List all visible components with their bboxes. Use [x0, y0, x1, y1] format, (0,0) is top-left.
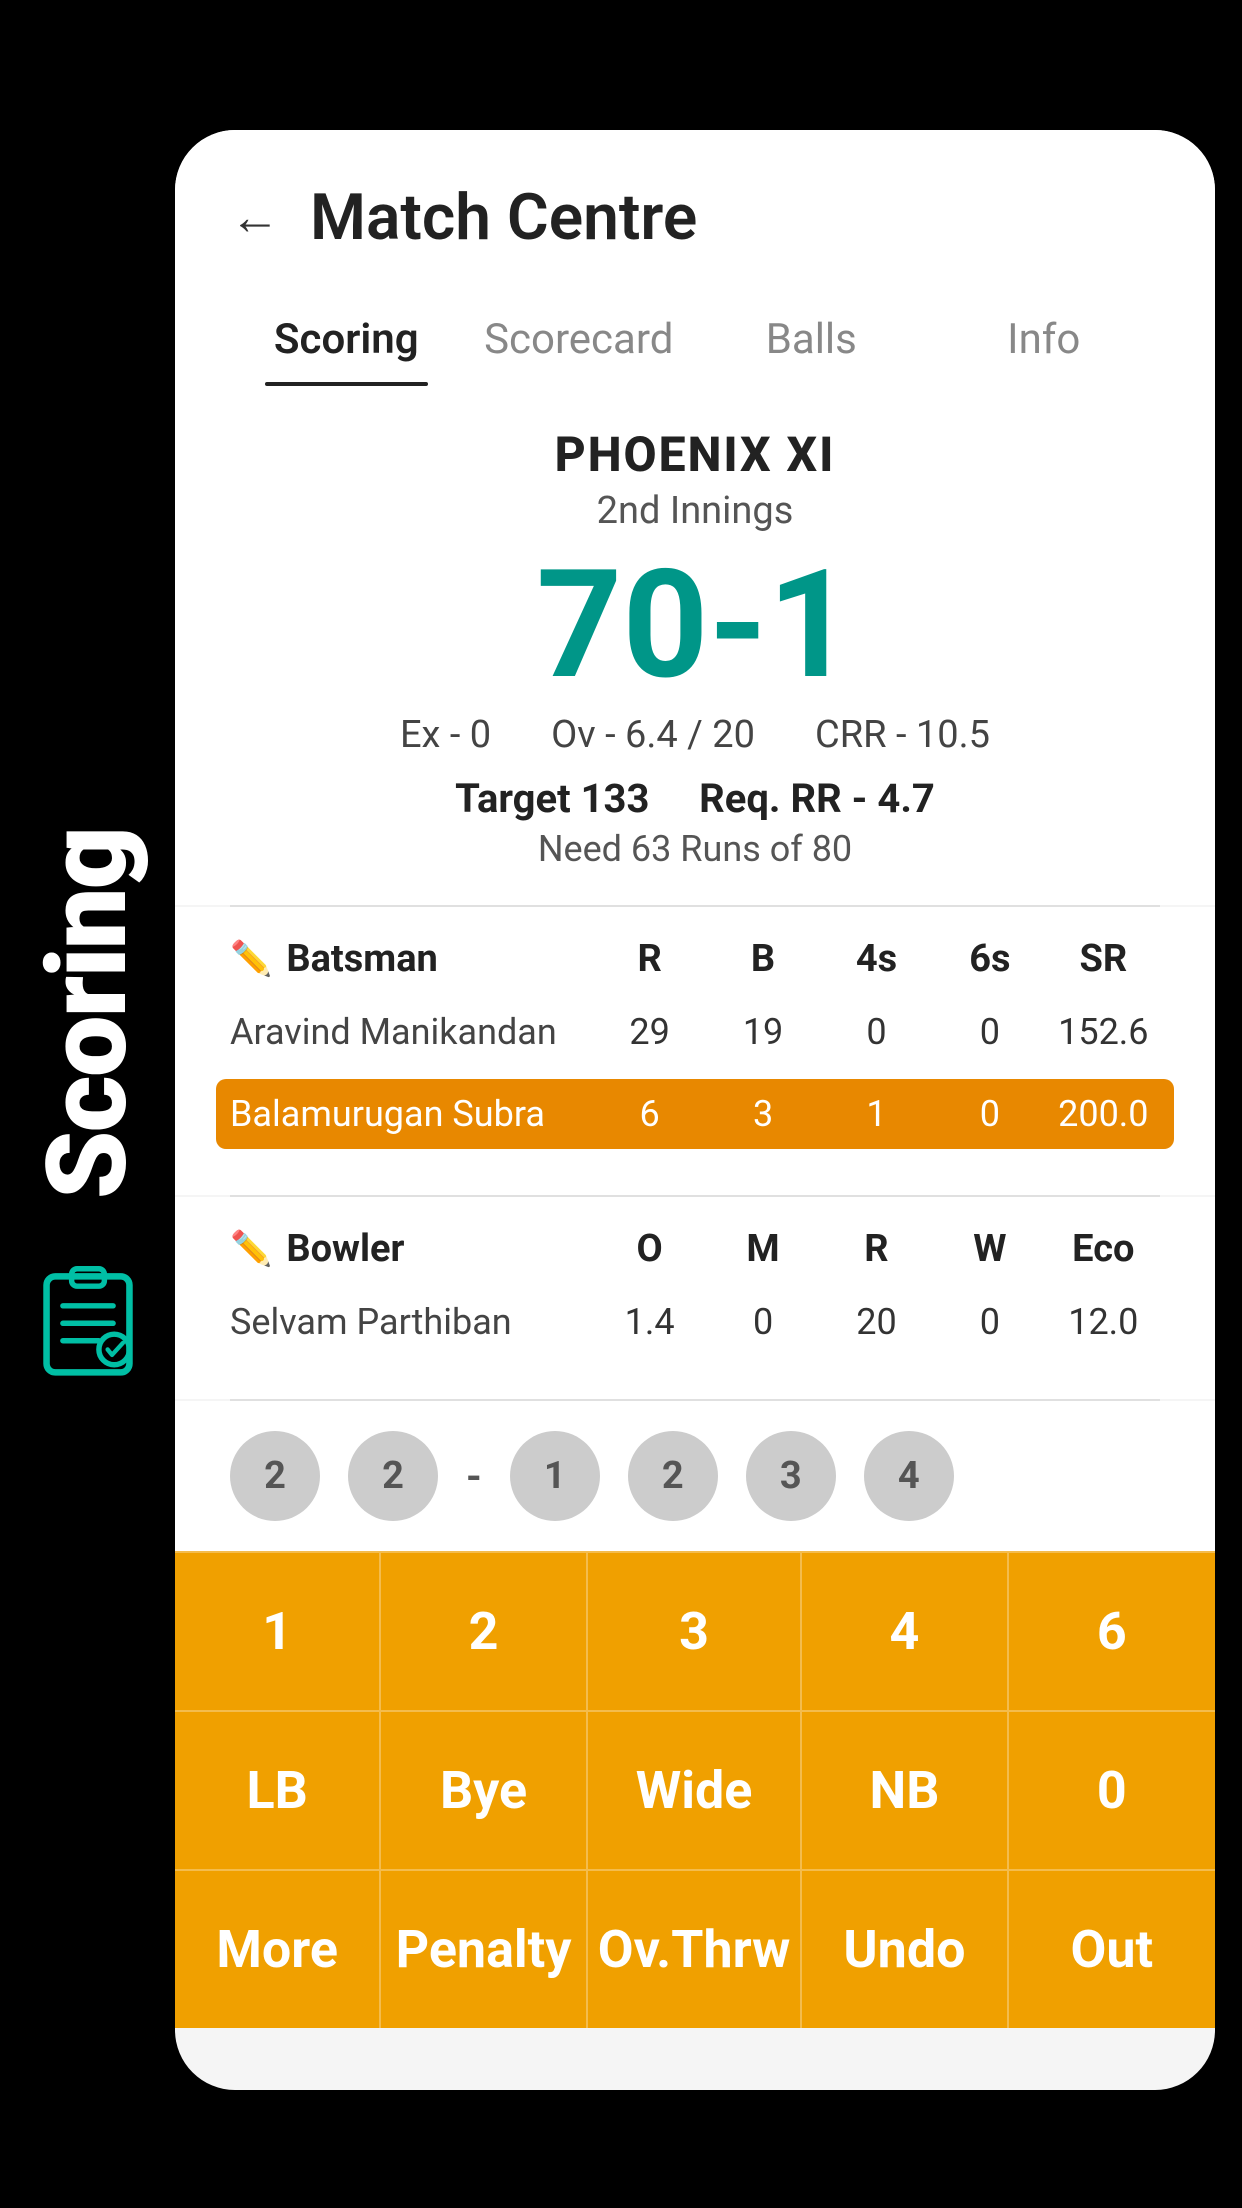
ball-4: 2 [628, 1431, 718, 1521]
tab-scoring[interactable]: Scoring [230, 295, 463, 386]
col-b: B [706, 937, 819, 981]
bcol-o: O [593, 1227, 706, 1271]
bowler-1-o: 1.4 [593, 1301, 706, 1343]
pad-button-1[interactable]: 1 [175, 1553, 381, 1712]
bcol-m: M [706, 1227, 819, 1271]
pad-button-4[interactable]: 4 [802, 1553, 1008, 1712]
tab-scorecard[interactable]: Scorecard [463, 295, 696, 386]
tab-balls[interactable]: Balls [695, 295, 928, 386]
pad-button-nb[interactable]: NB [802, 1712, 1008, 1871]
col-4s: 4s [820, 937, 933, 981]
ball-dash: - [466, 1453, 482, 1500]
pad-grid: 1 2 3 4 6 LB Bye Wide NB 0 More Penalty … [175, 1551, 1215, 2028]
bcol-eco: Eco [1047, 1227, 1160, 1271]
bowler-1-eco: 12.0 [1047, 1301, 1160, 1343]
batsman-col-header: ✏️ Batsman [230, 937, 593, 981]
col-sr: SR [1047, 937, 1160, 981]
batsman-section: ✏️ Batsman R B 4s 6s SR Aravind Manikand… [175, 907, 1215, 1195]
bowler-row-1[interactable]: Selvam Parthiban 1.4 0 20 0 12.0 [230, 1291, 1160, 1353]
pad-button-6[interactable]: 6 [1009, 1553, 1215, 1712]
bcol-r: R [820, 1227, 933, 1271]
bowler-section: ✏️ Bowler O M R W Eco Selvam Parthiban 1… [175, 1197, 1215, 1399]
pad-button-more[interactable]: More [175, 1871, 381, 2028]
score-meta: Ex - 0 Ov - 6.4 / 20 CRR - 10.5 [230, 713, 1160, 757]
batsman-2-sr: 200.0 [1047, 1093, 1160, 1135]
bowler-1-w: 0 [933, 1301, 1046, 1343]
pad-button-ovthrw[interactable]: Ov.Thrw [588, 1871, 803, 2028]
batsman-2-r: 6 [593, 1093, 706, 1135]
batsman-row-1[interactable]: Aravind Manikandan 29 19 0 0 152.6 [230, 1001, 1160, 1063]
req-rr-label: Req. RR - 4.7 [699, 775, 935, 822]
pad-button-penalty[interactable]: Penalty [381, 1871, 587, 2028]
main-card: ← Match Centre Scoring Scorecard Balls I… [175, 130, 1215, 2090]
pad-button-out[interactable]: Out [1009, 1871, 1215, 2028]
page-title: Match Centre [310, 180, 697, 255]
col-r: R [593, 937, 706, 981]
need-row: Need 63 Runs of 80 [230, 828, 1160, 870]
batsman-1-sr: 152.6 [1047, 1011, 1160, 1053]
ball-5: 3 [746, 1431, 836, 1521]
bowler-1-m: 0 [706, 1301, 819, 1343]
edit-bowler-icon[interactable]: ✏️ [230, 1229, 272, 1269]
tab-info[interactable]: Info [928, 295, 1161, 386]
crr-label: CRR - 10.5 [815, 713, 990, 757]
batsman-table: ✏️ Batsman R B 4s 6s SR Aravind Manikand… [230, 937, 1160, 1149]
pad-button-wide[interactable]: Wide [588, 1712, 803, 1871]
batsman-1-b: 19 [706, 1011, 819, 1053]
ball-3: 1 [510, 1431, 600, 1521]
team-name: PHOENIX XI [230, 426, 1160, 483]
target-label: Target 133 [455, 775, 649, 822]
batsman-2-6s: 0 [933, 1093, 1046, 1135]
ball-1: 2 [230, 1431, 320, 1521]
ball-6: 4 [864, 1431, 954, 1521]
target-row: Target 133 Req. RR - 4.7 [230, 775, 1160, 822]
ball-history: 2 2 - 1 2 3 4 [175, 1401, 1215, 1551]
batsman-1-4s: 0 [820, 1011, 933, 1053]
bowler-table: ✏️ Bowler O M R W Eco Selvam Parthiban 1… [230, 1227, 1160, 1353]
pad-button-lb[interactable]: LB [175, 1712, 381, 1871]
sidebar: Scoring [0, 0, 175, 2208]
bowler-col-header: ✏️ Bowler [230, 1227, 593, 1271]
pad-button-undo[interactable]: Undo [802, 1871, 1008, 2028]
ball-2: 2 [348, 1431, 438, 1521]
edit-batsman-icon[interactable]: ✏️ [230, 939, 272, 979]
bowler-1-name: Selvam Parthiban [230, 1301, 593, 1343]
header: ← Match Centre Scoring Scorecard Balls I… [175, 130, 1215, 386]
pad-button-bye[interactable]: Bye [381, 1712, 587, 1871]
tab-bar: Scoring Scorecard Balls Info [230, 295, 1160, 386]
extras-label: Ex - 0 [400, 713, 491, 757]
clipboard-icon [33, 1260, 143, 1380]
score-display: 70-1 [230, 543, 1160, 708]
bowler-header-row: ✏️ Bowler O M R W Eco [230, 1227, 1160, 1271]
bcol-w: W [933, 1227, 1046, 1271]
batsman-2-name: Balamurugan Subra [230, 1093, 593, 1135]
pad-button-3[interactable]: 3 [588, 1553, 803, 1712]
back-button[interactable]: ← [230, 188, 280, 247]
col-6s: 6s [933, 937, 1046, 981]
bowler-1-r: 20 [820, 1301, 933, 1343]
batsman-row-2[interactable]: Balamurugan Subra 6 3 1 0 200.0 [216, 1079, 1174, 1149]
scoring-pad: 1 2 3 4 6 LB Bye Wide NB 0 More Penalty … [175, 1551, 1215, 2028]
batsman-1-r: 29 [593, 1011, 706, 1053]
batsman-header-row: ✏️ Batsman R B 4s 6s SR [230, 937, 1160, 981]
batsman-1-name: Aravind Manikandan [230, 1011, 593, 1053]
pad-button-0[interactable]: 0 [1009, 1712, 1215, 1871]
sidebar-scoring-label: Scoring [23, 828, 152, 1199]
innings-label: 2nd Innings [230, 489, 1160, 533]
pad-button-2[interactable]: 2 [381, 1553, 587, 1712]
batsman-2-b: 3 [706, 1093, 819, 1135]
batsman-2-4s: 1 [820, 1093, 933, 1135]
batsman-1-6s: 0 [933, 1011, 1046, 1053]
overs-label: Ov - 6.4 / 20 [551, 713, 755, 757]
score-section: PHOENIX XI 2nd Innings 70-1 Ex - 0 Ov - … [175, 386, 1215, 905]
